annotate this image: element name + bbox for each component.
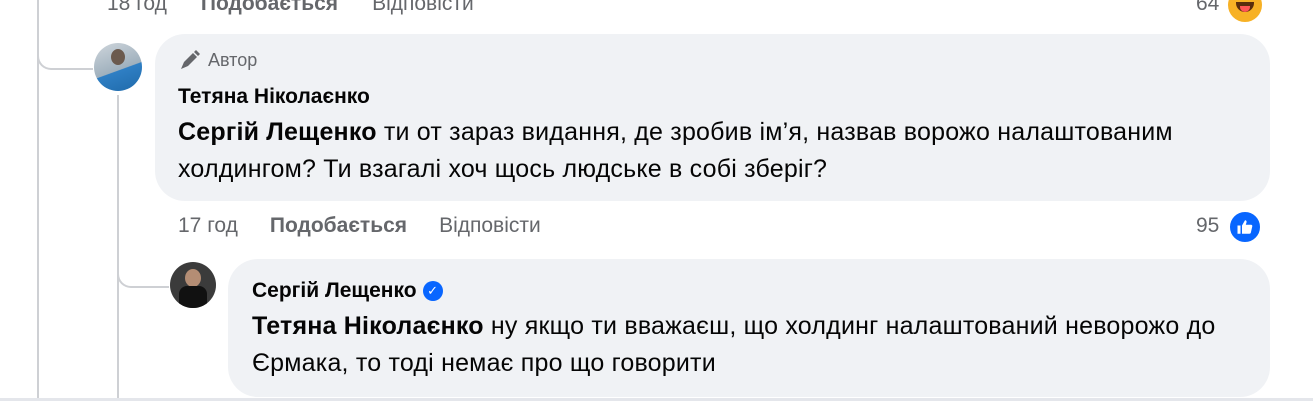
like-thumb-icon[interactable]: [1228, 210, 1262, 244]
comment-time[interactable]: 17 год: [178, 214, 238, 238]
reply-author-name[interactable]: Сергій Лещенко: [252, 279, 417, 303]
pen-icon: [181, 50, 200, 69]
reply-mention-link[interactable]: Тетяна Ніколаєнко: [252, 312, 484, 340]
haha-emoji-icon[interactable]: [1228, 0, 1262, 22]
thread-connector-2: [117, 230, 169, 288]
reply-text: Тетяна Ніколаєнко ну якщо ти вважаєш, що…: [252, 308, 1257, 382]
like-button[interactable]: Подобається: [270, 214, 407, 238]
prev-reply-button[interactable]: Відповісти: [372, 0, 474, 16]
thread-connector-1: [37, 0, 93, 70]
comment-author-name[interactable]: Тетяна Ніколаєнко: [178, 85, 370, 109]
prev-like-button[interactable]: Подобається: [201, 0, 338, 16]
prev-comment-time[interactable]: 18 год: [107, 0, 167, 16]
avatar-tetiana[interactable]: [94, 43, 142, 91]
comment-text: Сергій Лещенко ти от зараз видання, де з…: [178, 114, 1258, 188]
prev-reaction-count[interactable]: 64: [1196, 0, 1219, 16]
reaction-count[interactable]: 95: [1196, 214, 1219, 238]
comment-actions: 17 год Подобається Відповісти: [178, 214, 573, 238]
avatar-serhii[interactable]: [170, 262, 216, 308]
verified-badge-icon: ✓: [422, 281, 443, 301]
mention-link[interactable]: Сергій Лещенко: [178, 118, 377, 146]
author-badge: Автор: [178, 48, 257, 72]
prev-comment-actions: 18 год Подобається Відповісти: [107, 0, 474, 16]
reply-button[interactable]: Відповісти: [439, 214, 541, 238]
reply-author: Сергій Лещенко ✓: [252, 279, 443, 303]
author-badge-label: Автор: [208, 49, 258, 70]
